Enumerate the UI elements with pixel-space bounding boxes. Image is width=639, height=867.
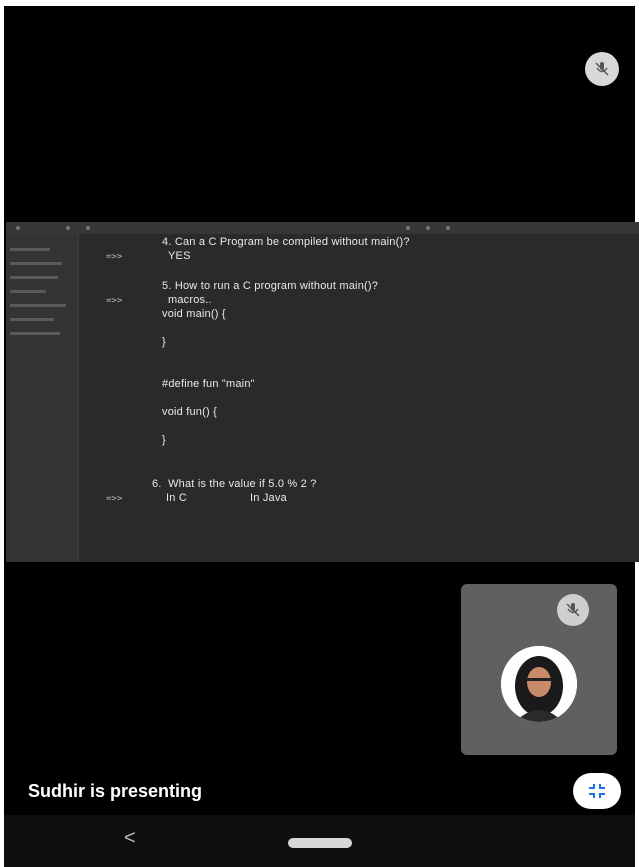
code-line: void main() { bbox=[162, 308, 226, 320]
code-line: void fun() { bbox=[162, 406, 217, 418]
answer-6-java: In Java bbox=[250, 492, 287, 504]
answer-arrow: =>> bbox=[106, 252, 123, 262]
home-pill[interactable] bbox=[288, 838, 352, 848]
answer-6-c: In C bbox=[166, 492, 187, 504]
code-line: #define fun "main" bbox=[162, 378, 255, 390]
presenting-status: Sudhir is presenting bbox=[28, 781, 203, 801]
self-video-tile[interactable] bbox=[461, 584, 617, 755]
back-button[interactable]: < bbox=[124, 827, 136, 850]
question-4: 4. Can a C Program be compiled without m… bbox=[162, 236, 410, 248]
question-6: 6. What is the value if 5.0 % 2 ? bbox=[152, 478, 317, 490]
answer-4: YES bbox=[168, 250, 191, 262]
shared-window-sidebar bbox=[6, 234, 79, 562]
minimize-screen-icon bbox=[589, 784, 605, 798]
self-mic-off-icon bbox=[557, 594, 589, 626]
presenter-mic-off-icon bbox=[585, 52, 619, 86]
code-line: } bbox=[162, 434, 166, 446]
answer-arrow: =>> bbox=[106, 494, 123, 504]
answer-5: macros.. bbox=[168, 294, 212, 306]
avatar bbox=[501, 646, 577, 722]
shared-screen: 4. Can a C Program be compiled without m… bbox=[6, 222, 639, 562]
system-nav-bar: < bbox=[4, 815, 635, 867]
code-line: } bbox=[162, 336, 166, 348]
question-5: 5. How to run a C program without main()… bbox=[162, 280, 379, 292]
exit-fullscreen-button[interactable] bbox=[573, 773, 621, 809]
shared-window-titlebar bbox=[6, 222, 639, 234]
answer-arrow: =>> bbox=[106, 296, 123, 306]
